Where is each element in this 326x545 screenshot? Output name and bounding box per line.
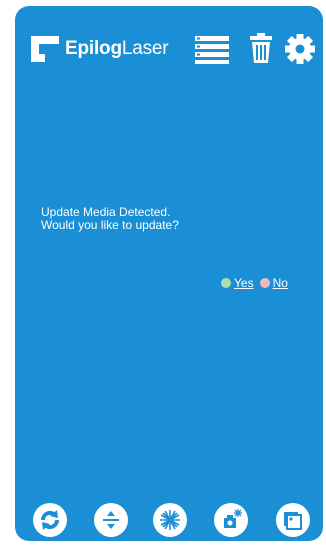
autofocus-icon (224, 509, 242, 528)
logo-mark-icon (31, 36, 59, 62)
app-panel: EpilogLaser Update Media Detected. Would… (15, 6, 323, 541)
refresh-button[interactable] (33, 503, 67, 537)
home-button[interactable] (276, 503, 310, 537)
no-option[interactable]: No (259, 276, 288, 290)
epilog-logo: EpilogLaser (31, 36, 169, 62)
no-dot-icon (259, 278, 270, 288)
jog-icon (103, 511, 119, 529)
yes-option[interactable]: Yes (221, 276, 254, 290)
logo-text: EpilogLaser (65, 38, 169, 60)
yes-label: Yes (234, 276, 254, 290)
no-label: No (272, 276, 288, 290)
home-icon (284, 512, 302, 530)
laser-button[interactable] (153, 503, 187, 537)
jog-button[interactable] (94, 503, 128, 537)
choice-group: Yes No (221, 276, 288, 290)
update-message: Update Media Detected. Would you like to… (41, 206, 301, 232)
autofocus-button[interactable] (214, 503, 248, 537)
gear-icon[interactable] (284, 33, 316, 65)
laser-icon (160, 510, 180, 530)
yes-dot-icon (221, 278, 231, 288)
trash-icon[interactable] (249, 32, 273, 64)
logo-text-light: Laser (121, 38, 169, 59)
logo-text-bold: Epilog (65, 38, 122, 59)
list-icon[interactable] (194, 34, 230, 64)
refresh-icon (40, 510, 60, 530)
message-line-2: Would you like to update? (41, 218, 179, 232)
